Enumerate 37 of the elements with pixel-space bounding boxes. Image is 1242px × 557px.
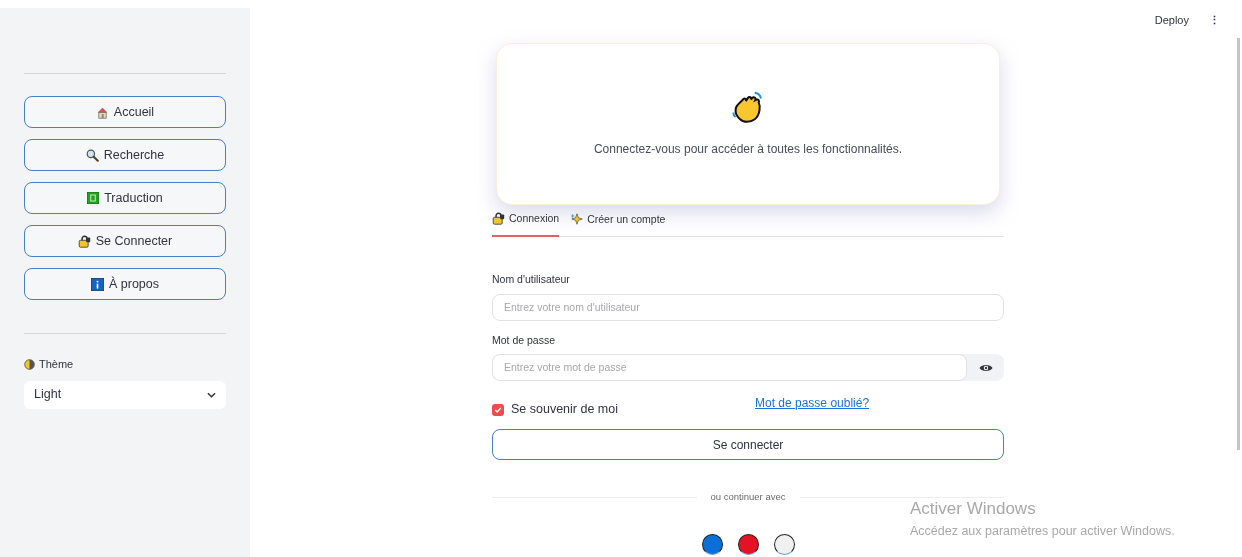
password-field[interactable]: Entrez votre mot de passe: [492, 354, 967, 382]
username-field[interactable]: Entrez votre nom d'utilisateur: [492, 293, 1004, 321]
square-icon: [87, 192, 100, 204]
forgot-password-link[interactable]: Mot de passe oublié?: [755, 394, 870, 413]
menu-button[interactable]: ⋮: [1209, 12, 1220, 29]
nav-button[interactable]: Se Connecter: [24, 225, 226, 257]
tab[interactable]: Créer un compte: [571, 211, 666, 236]
checkbox-label: Se souvenir de moi: [511, 401, 618, 419]
social-login-link[interactable]: [773, 534, 795, 556]
nav-button[interactable]: À propos: [24, 268, 226, 300]
nav-button[interactable]: Accueil: [24, 96, 226, 128]
field-label: Nom d'utilisateur: [492, 271, 571, 287]
deploy-button[interactable]: Deploy: [1154, 12, 1189, 29]
chevron-down-icon: [207, 391, 216, 398]
magnifier-icon: [85, 148, 99, 162]
sparkles-icon: [571, 213, 584, 226]
info-icon: [91, 277, 104, 291]
padlock-icon: [492, 212, 505, 226]
theme-select[interactable]: Light: [24, 380, 226, 409]
house-icon: [95, 105, 109, 119]
activation-title: Activer Windows: [910, 498, 1037, 520]
eye-icon: [978, 362, 993, 373]
social-login-link[interactable]: [701, 534, 723, 556]
theme-label: Thème: [39, 357, 74, 372]
welcome-message: Connectez-vous pour accéder à toutes les fonctionnalités.: [593, 141, 903, 158]
padlock-icon: [77, 234, 91, 248]
half-moon-icon: [24, 358, 35, 370]
nav-button[interactable]: Traduction: [24, 182, 226, 214]
scrollbar[interactable]: [1237, 38, 1240, 450]
nav-button[interactable]: Recherche: [24, 139, 226, 171]
checkbox[interactable]: [492, 403, 504, 416]
activation-message: Accédez aux paramètres pour activer Windows.: [910, 522, 1175, 540]
tab[interactable]: Connexion: [492, 211, 560, 237]
login-button[interactable]: Se connecter: [492, 429, 1004, 460]
field-label: Mot de passe: [492, 332, 557, 348]
social-login-link[interactable]: [737, 534, 759, 556]
divider-text: ou continuer avec: [710, 490, 786, 504]
